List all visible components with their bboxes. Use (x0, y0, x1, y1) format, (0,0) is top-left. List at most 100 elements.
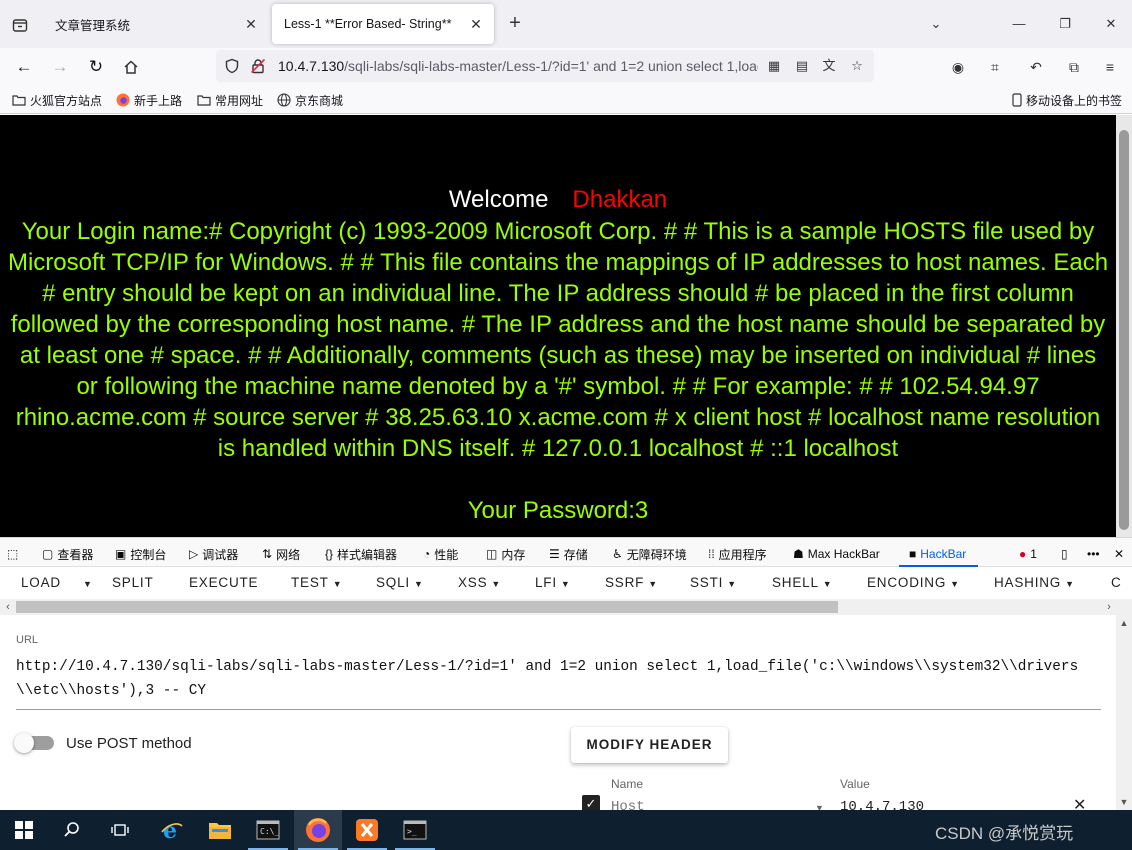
navigation-bar: ← → ↻ 10.4.7.130/sqli-labs/sqli-labs-mas… (0, 48, 1132, 86)
reload-icon[interactable]: ↻ (84, 55, 108, 79)
bookmark-mobile[interactable]: 移动设备上的书签 (1012, 92, 1122, 108)
hackbar-load-button[interactable]: LOAD (21, 575, 61, 590)
window-close-icon[interactable]: ✕ (1099, 12, 1123, 36)
search-icon[interactable] (48, 810, 96, 850)
page-content: Welcome Dhakkan Your Login name:# Copyrig… (0, 115, 1116, 537)
hackbar-execute-button[interactable]: EXECUTE (189, 575, 258, 590)
scroll-down-icon[interactable]: ▼ (1116, 794, 1132, 810)
page-scrollbar[interactable] (1116, 115, 1132, 537)
hackbar-ssrf-menu[interactable]: SSRF ▼ (605, 575, 658, 590)
hackbar-more-menu-clipped[interactable]: C (1111, 575, 1122, 590)
hackbar-menu: LOAD ▼ SPLIT EXECUTE TEST ▼ SQLI ▼ XSS ▼ LF… (0, 567, 1132, 599)
devtools-tab-performance[interactable]: ◔ 性能 (423, 546, 458, 562)
command-prompt-icon[interactable]: C:\_ (244, 810, 292, 850)
url-text[interactable]: 10.4.7.130/sqli-labs/sqli-labs-master/Le… (278, 58, 758, 74)
tab-article-system[interactable]: 文章管理系统 ✕ (43, 4, 269, 44)
restore-icon[interactable]: ❐ (1053, 12, 1077, 36)
hackbar-lfi-menu[interactable]: LFI ▼ (535, 575, 571, 590)
internet-explorer-icon[interactable]: e (148, 810, 196, 850)
windows-start-icon[interactable] (0, 810, 48, 850)
translate-icon[interactable]: 文 (821, 58, 837, 74)
bookmark-star-icon[interactable]: ☆ (849, 58, 865, 74)
style-editor-icon: {} (325, 547, 334, 561)
header-value-input[interactable]: 10.4.7.130 (840, 799, 924, 810)
hackbar-horizontal-scrollbar[interactable]: ‹ › (0, 599, 1132, 615)
devtools-tab-console[interactable]: ▣ 控制台 (115, 546, 166, 562)
devtools-tab-hackbar[interactable]: ■ HackBar (909, 546, 966, 562)
hackbar-hashing-menu[interactable]: HASHING ▼ (994, 575, 1075, 590)
forward-icon[interactable]: → (48, 55, 72, 79)
close-icon[interactable]: ✕ (243, 16, 259, 32)
close-icon[interactable]: ✕ (468, 16, 484, 32)
url-textarea[interactable]: http://10.4.7.130/sqli-labs/sqli-labs-ma… (16, 655, 1101, 710)
menu-icon[interactable]: ≡ (1100, 57, 1120, 77)
folder-icon (197, 93, 211, 107)
scrollbar-thumb[interactable] (1119, 130, 1129, 530)
toggle-knob[interactable] (14, 733, 34, 753)
modify-header-button[interactable]: MODIFY HEADER (571, 727, 728, 763)
bookmark-common-sites[interactable]: 常用网址 (197, 92, 263, 108)
error-count-badge[interactable]: ● 1 (1019, 546, 1037, 562)
devtools-tab-storage[interactable]: ☰ 存储 (549, 546, 588, 562)
devtools-tab-network[interactable]: ⇅ 网络 (262, 546, 300, 562)
devtools-tab-inspector[interactable]: ▢ 查看器 (42, 546, 93, 562)
devtools-tab-max-hackbar[interactable]: ☗ Max HackBar (793, 546, 880, 562)
hackbar-vertical-scrollbar[interactable]: ▲ ▼ (1116, 615, 1132, 810)
chevron-down-icon[interactable]: ⌄ (924, 12, 948, 36)
hackbar-xss-menu[interactable]: XSS ▼ (458, 575, 501, 590)
hackbar-sqli-menu[interactable]: SQLI ▼ (376, 575, 424, 590)
new-tab-icon[interactable]: + (503, 12, 527, 36)
file-explorer-icon[interactable] (196, 810, 244, 850)
bookmark-firefox-official[interactable]: 火狐官方站点 (12, 92, 102, 108)
close-devtools-icon[interactable]: ✕ (1114, 546, 1124, 562)
tab-label: 样式编辑器 (337, 547, 398, 562)
shield-icon[interactable] (224, 58, 240, 74)
back-icon[interactable]: ← (12, 55, 36, 79)
screenshot-crop-icon[interactable]: ⌗ (985, 57, 1005, 77)
extensions-icon[interactable]: ⧉ (1064, 57, 1084, 77)
xampp-icon[interactable] (343, 810, 391, 850)
undo-icon[interactable]: ↶ (1026, 57, 1046, 77)
insecure-lock-icon[interactable] (250, 58, 266, 74)
caret-down-icon: ▼ (332, 579, 343, 589)
scroll-up-icon[interactable]: ▲ (1116, 615, 1132, 631)
hackbar-ssti-menu[interactable]: SSTI ▼ (690, 575, 737, 590)
post-method-toggle[interactable] (14, 733, 54, 753)
tab-list-icon[interactable] (9, 14, 31, 36)
hackbar-encoding-menu[interactable]: ENCODING ▼ (867, 575, 960, 590)
remove-header-icon[interactable]: ✕ (1073, 795, 1086, 810)
menu-label: SSRF (605, 575, 645, 590)
debugger-icon: ▷ (189, 547, 199, 561)
more-options-icon[interactable]: ••• (1087, 546, 1100, 562)
hackbar-load-dropdown[interactable]: ▼ (79, 575, 93, 590)
scrollbar-thumb[interactable] (16, 601, 838, 613)
address-bar[interactable]: 10.4.7.130/sqli-labs/sqli-labs-master/Le… (216, 50, 874, 82)
devtools-tab-debugger[interactable]: ▷ 调试器 (189, 546, 238, 562)
hackbar-shell-menu[interactable]: SHELL ▼ (772, 575, 833, 590)
element-picker-icon[interactable]: ⬚ (7, 546, 22, 562)
scroll-right-icon[interactable]: › (1101, 599, 1117, 615)
task-view-icon[interactable] (96, 810, 144, 850)
error-count: 1 (1030, 547, 1037, 561)
devtools-tab-style-editor[interactable]: {} 样式编辑器 (325, 546, 397, 562)
header-name-dropdown-icon[interactable]: ▼ (815, 803, 824, 810)
scroll-left-icon[interactable]: ‹ (0, 599, 16, 615)
qr-code-icon[interactable]: ▦ (766, 58, 782, 74)
hackbar-test-menu[interactable]: TEST ▼ (291, 575, 342, 590)
terminal-icon[interactable]: >_ (391, 810, 439, 850)
devtools-tab-application[interactable]: ⁞⁞ 应用程序 (708, 546, 767, 562)
bookmark-jd-mall[interactable]: 京东商城 (277, 92, 343, 108)
account-icon[interactable]: ◉ (948, 57, 968, 77)
devtools-tab-memory[interactable]: ◫ 内存 (486, 546, 525, 562)
header-enabled-checkbox[interactable]: ✓ (582, 795, 600, 810)
bookmark-getting-started[interactable]: 新手上路 (116, 92, 182, 108)
minimize-icon[interactable]: — (1007, 12, 1031, 36)
tab-less-1[interactable]: Less-1 **Error Based- String** ✕ (272, 4, 494, 44)
hackbar-split-button[interactable]: SPLIT (112, 575, 154, 590)
header-name-input[interactable]: Host (611, 799, 645, 810)
devtools-tab-accessibility[interactable]: ♿ 无障碍环境 (612, 546, 687, 562)
firefox-icon[interactable] (294, 810, 342, 850)
reader-view-icon[interactable]: ▤ (794, 58, 810, 74)
home-icon[interactable] (119, 55, 143, 79)
dock-side-icon[interactable]: ▯ (1061, 546, 1068, 562)
